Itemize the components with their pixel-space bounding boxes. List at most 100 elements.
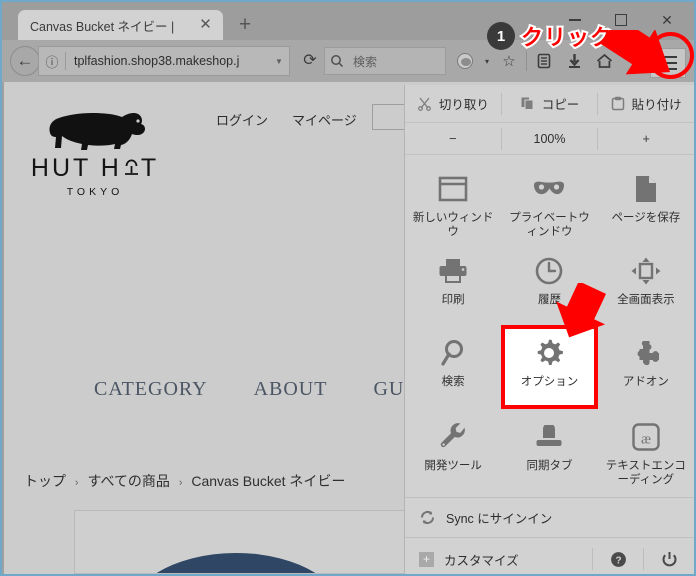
maximize-button[interactable]	[598, 6, 644, 34]
toolbar-search-box[interactable]: 検索	[324, 47, 446, 75]
hamburger-menu-icon[interactable]	[650, 48, 686, 78]
window-controls: ✕	[552, 6, 690, 34]
paste-label: 貼り付け	[631, 98, 682, 112]
browser-tab[interactable]: Canvas Bucket ネイビー | すべての商 ✕	[18, 10, 223, 40]
breadcrumb-item-top[interactable]: トップ	[24, 473, 66, 489]
new-tab-button[interactable]: +	[234, 14, 256, 36]
sync-signin-item[interactable]: Sync にサインイン	[405, 498, 694, 538]
save-page-icon	[634, 173, 658, 205]
logo-wordmark-right: T	[140, 154, 160, 182]
printer-icon	[438, 255, 468, 287]
menu-tile-find[interactable]: 検索	[405, 325, 501, 407]
cut-label: 切り取り	[438, 98, 489, 112]
back-button[interactable]: ←	[8, 44, 42, 78]
cut-button[interactable]: 切り取り	[405, 85, 501, 122]
menu-tile-label: ページを保存	[611, 212, 681, 224]
close-window-button[interactable]: ✕	[644, 6, 690, 34]
menu-tile-private-window[interactable]: プライベートウィンドウ	[501, 161, 597, 243]
text-encoding-ae-icon: æ	[632, 421, 660, 453]
menu-tile-label: プライベートウィンドウ	[509, 212, 590, 239]
sync-icon	[420, 511, 435, 524]
menu-tile-label: オプション	[520, 376, 579, 388]
puzzle-piece-icon	[632, 337, 660, 369]
toolbar-icon-group: ▾ ☆	[450, 46, 619, 76]
customize-button[interactable]: + カスタマイズ	[419, 550, 592, 569]
zoom-level-value[interactable]: 100%	[502, 132, 598, 146]
back-arrow-icon: ←	[10, 46, 40, 76]
menu-tile-new-window[interactable]: 新しいウィンドウ	[405, 161, 501, 243]
divider	[526, 51, 527, 71]
copy-button[interactable]: コピー	[502, 85, 598, 122]
breadcrumb-separator: ›	[178, 477, 183, 489]
new-window-icon	[438, 173, 468, 205]
home-icon[interactable]	[589, 46, 619, 76]
zoom-in-button[interactable]: +	[598, 131, 694, 146]
menu-tile-label: テキストエンコーディング	[605, 460, 686, 487]
page-main-nav: CATEGORY ABOUT GUIDE	[94, 378, 441, 401]
site-logo[interactable]: HUT H T TOKYO	[30, 100, 160, 198]
zoom-out-button[interactable]: −	[405, 131, 501, 146]
logo-wordmark-left: HUT H	[30, 154, 122, 182]
breadcrumb-item-all-products[interactable]: すべての商品	[87, 473, 169, 489]
search-icon	[331, 55, 344, 68]
panel-footer: + カスタマイズ ?	[405, 538, 694, 576]
breadcrumb: トップ › すべての商品 › Canvas Bucket ネイビー	[24, 471, 345, 491]
page-link-mypage[interactable]: マイページ	[292, 110, 357, 129]
library-icon[interactable]	[529, 46, 559, 76]
menu-tile-text-encoding[interactable]: æ テキストエンコーディング	[598, 409, 694, 491]
logo-wordmark: HUT H T	[30, 154, 160, 183]
minimize-button[interactable]	[552, 6, 598, 34]
menu-tile-label: アドオン	[622, 376, 669, 388]
menu-tile-print[interactable]: 印刷	[405, 243, 501, 325]
history-clock-icon	[535, 255, 563, 287]
power-icon[interactable]	[644, 551, 694, 568]
copy-icon	[521, 97, 534, 110]
bear-logo-icon	[49, 113, 145, 150]
menu-tile-label: 新しいウィンドウ	[412, 212, 494, 239]
gear-icon	[535, 337, 564, 369]
menu-tile-options[interactable]: オプション	[501, 325, 598, 409]
address-bar[interactable]: ⓘ tplfashion.shop38.makeshop.j ▼	[38, 46, 290, 76]
edit-controls-row: 切り取り コピー 貼り付け	[405, 85, 694, 123]
menu-tile-devtools[interactable]: 開発ツール	[405, 409, 501, 491]
menu-tile-label: 履歴	[537, 294, 561, 306]
chevron-down-icon[interactable]: ▼	[269, 57, 289, 66]
svg-text:?: ?	[615, 555, 621, 566]
nav-item-about[interactable]: ABOUT	[254, 378, 328, 401]
navigation-toolbar: ← ⓘ tplfashion.shop38.makeshop.j ▼ ⟳ 検索 …	[2, 40, 694, 82]
menu-tile-save-page[interactable]: ページを保存	[598, 161, 694, 243]
menu-tile-fullscreen[interactable]: 全画面表示	[598, 243, 694, 325]
bookmark-star-icon[interactable]: ☆	[494, 46, 524, 76]
menu-tile-addons[interactable]: アドオン	[598, 325, 694, 407]
copy-label: コピー	[541, 98, 580, 112]
menu-tile-label: 開発ツール	[424, 460, 482, 472]
reload-button[interactable]: ⟳	[298, 50, 322, 72]
paste-button[interactable]: 貼り付け	[598, 85, 694, 122]
menu-tile-history[interactable]: 履歴	[501, 243, 597, 325]
breadcrumb-item-current: Canvas Bucket ネイビー	[191, 473, 346, 489]
page-link-login[interactable]: ログイン	[216, 110, 268, 129]
page-header-links: ログイン マイページ	[216, 110, 357, 129]
menu-tile-label: 印刷	[441, 294, 465, 306]
product-image-bucket-hat	[123, 553, 349, 573]
downloads-icon[interactable]	[559, 46, 589, 76]
menu-tile-label: 検索	[441, 376, 465, 388]
account-chevron-down-icon[interactable]: ▾	[480, 46, 494, 76]
wrench-icon	[439, 421, 467, 453]
paste-icon	[611, 96, 624, 111]
private-window-mask-icon	[532, 173, 566, 205]
help-question-icon[interactable]: ?	[593, 551, 643, 568]
logo-subtitle: TOKYO	[66, 186, 124, 198]
logo-omega-a-icon	[124, 159, 138, 175]
menu-tile-synced-tabs[interactable]: 同期タブ	[501, 409, 597, 491]
account-icon[interactable]	[450, 46, 480, 76]
menu-tile-label: 全画面表示	[617, 294, 675, 306]
synced-tabs-icon	[534, 421, 564, 453]
site-info-icon[interactable]: ⓘ	[39, 52, 65, 71]
breadcrumb-separator: ›	[74, 477, 79, 489]
close-tab-icon[interactable]: ✕	[198, 17, 213, 32]
svg-text:æ: æ	[641, 432, 651, 448]
search-placeholder: 検索	[353, 54, 378, 69]
customize-label: カスタマイズ	[444, 553, 519, 568]
nav-item-category[interactable]: CATEGORY	[94, 378, 208, 401]
